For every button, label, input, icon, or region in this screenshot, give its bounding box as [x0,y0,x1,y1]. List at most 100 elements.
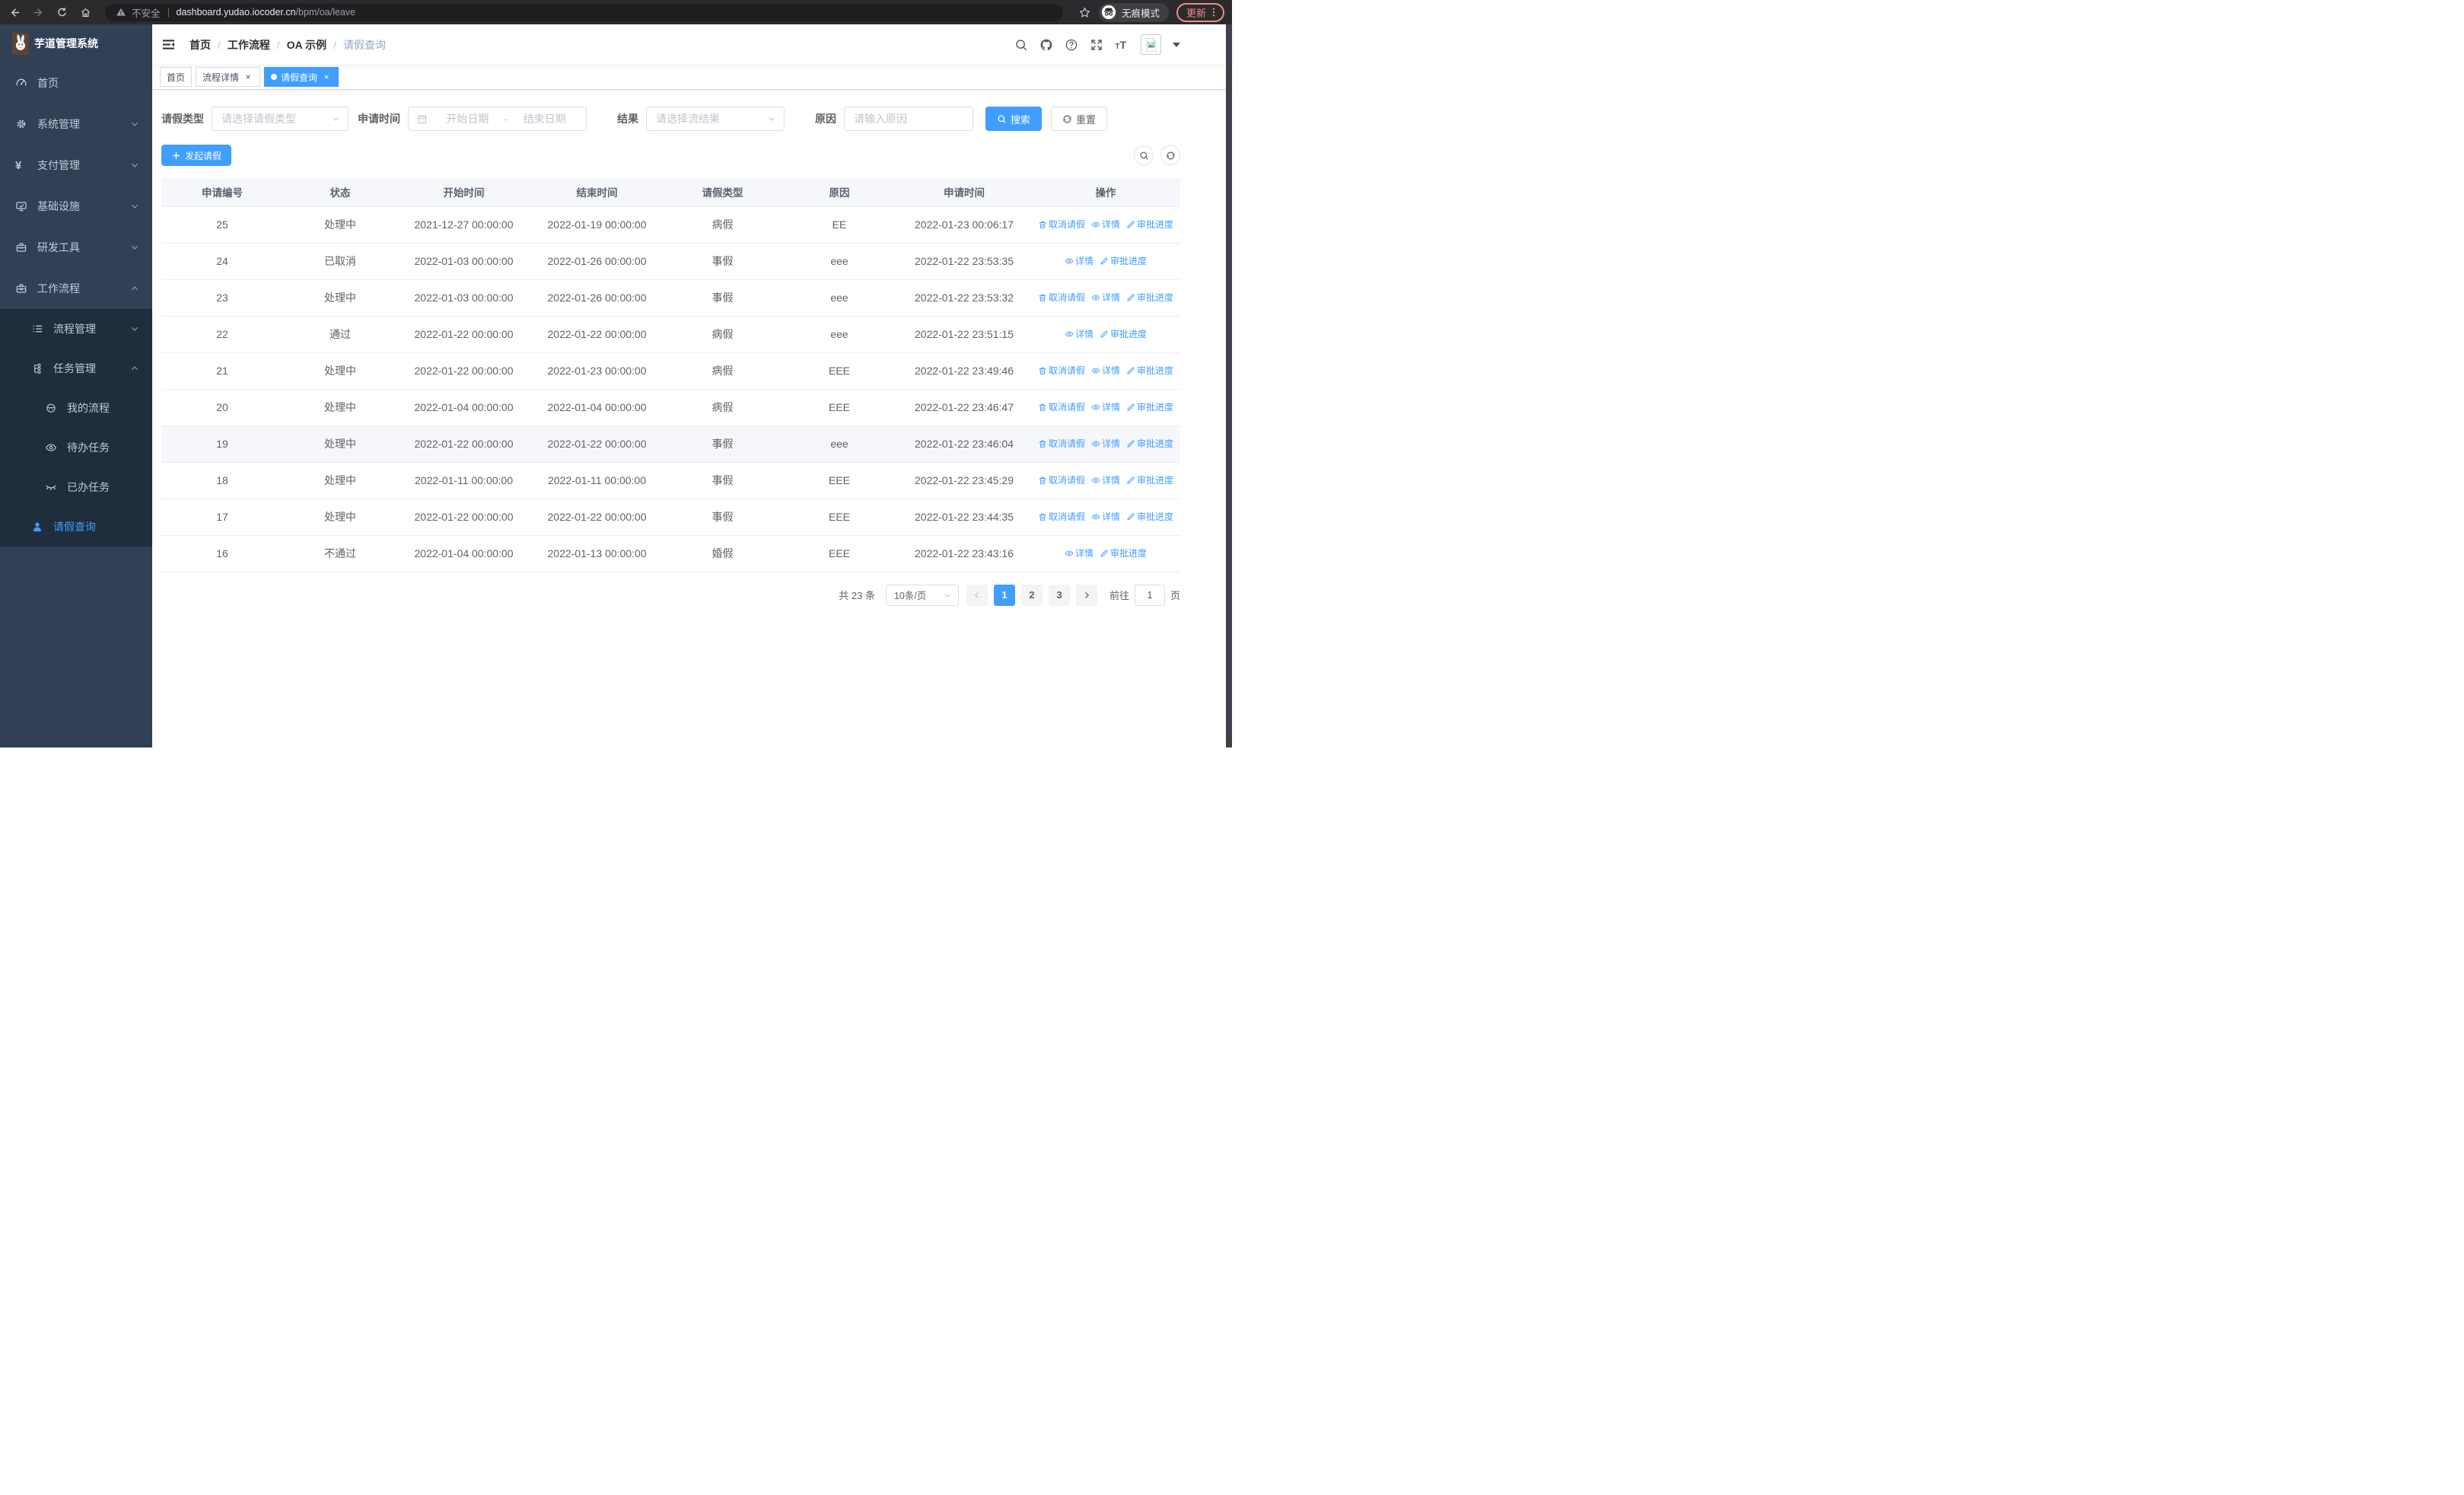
detail-action-link[interactable]: 详情 [1091,400,1120,413]
action-label: 详情 [1101,402,1120,413]
progress-action-link[interactable]: 审批进度 [1126,437,1173,450]
progress-action-link[interactable]: 审批进度 [1126,400,1173,413]
result-select[interactable]: 请选择流结果 [646,107,785,131]
cell-reason: EE [782,206,897,244]
sidebar-item-process-mgmt[interactable]: 流程管理 [0,309,152,349]
browser-back-button[interactable] [6,4,23,21]
breadcrumb-item[interactable]: OA 示例 [287,37,326,53]
page-button-1[interactable]: 1 [993,584,1015,606]
browser-reload-button[interactable] [53,4,70,21]
create-leave-button[interactable]: 发起请假 [161,145,232,166]
detail-action-link[interactable]: 详情 [1091,473,1120,486]
sidebar-item-leave-query[interactable]: 请假查询 [0,507,152,547]
sidebar-item-workflow[interactable]: 工作流程 [0,268,152,309]
detail-action-link[interactable]: 详情 [1065,254,1094,267]
cancel-action-link[interactable]: 取消请假 [1038,291,1085,304]
close-icon[interactable]: × [321,72,332,82]
sidebar-item-home[interactable]: 首页 [0,62,152,104]
sidebar-item-done-tasks[interactable]: 已办任务 [0,467,152,507]
progress-action-link[interactable]: 审批进度 [1100,327,1147,340]
start-date-input[interactable]: 开始日期 [434,111,501,126]
security-label[interactable]: 不安全 [132,5,161,20]
avatar-caret-down-icon[interactable] [1173,42,1180,51]
search-button[interactable]: 搜索 [985,107,1043,131]
goto-page-input[interactable] [1134,584,1165,606]
page-button-3[interactable]: 3 [1048,584,1070,606]
fullscreen-icon[interactable] [1090,38,1103,52]
breadcrumb-item[interactable]: 首页 [189,37,211,53]
progress-action-link[interactable]: 审批进度 [1126,218,1173,231]
detail-action-link[interactable]: 详情 [1091,291,1120,304]
sidebar-fold-icon[interactable] [161,37,176,52]
progress-action-link[interactable]: 审批进度 [1126,291,1173,304]
cancel-action-link[interactable]: 取消请假 [1038,473,1085,486]
leave-table: 申请编号 状态 开始时间 结束时间 请假类型 原因 申请时间 操作 25 处理中 2021-12-… [161,178,1180,572]
browser-home-button[interactable] [77,4,94,21]
address-bar[interactable]: 不安全 dashboard.yudao.iocoder.cn /bpm/oa/l… [105,3,1063,21]
detail-action-link[interactable]: 详情 [1091,437,1120,450]
progress-action-link[interactable]: 审批进度 [1100,547,1147,559]
cell-id: 22 [161,316,283,353]
sidebar-item-task-mgmt[interactable]: 任务管理 [0,349,152,388]
page-button-2[interactable]: 2 [1020,584,1043,606]
close-icon[interactable]: × [243,72,253,82]
page-content: 请假类型 请选择请假类型 申请时间 开始日期 - 结束日期 结果 请选择流结果 [152,90,1232,748]
browser-update-chip[interactable]: 更新 [1176,2,1224,22]
reason-input[interactable] [854,113,963,125]
bookmark-star-icon[interactable] [1078,6,1091,19]
tag-流程详情[interactable]: 流程详情 × [196,67,261,87]
prev-page-button[interactable] [966,584,988,606]
github-icon[interactable] [1039,38,1053,52]
progress-action-link[interactable]: 审批进度 [1100,254,1147,267]
table-row: 21 处理中 2022-01-22 00:00:00 2022-01-23 00:00… [161,352,1180,390]
cancel-action-link[interactable]: 取消请假 [1038,218,1085,231]
apply-time-range-picker[interactable]: 开始日期 - 结束日期 [408,107,587,131]
breadcrumb-item[interactable]: 工作流程 [228,37,270,53]
browser-forward-button[interactable] [30,4,46,21]
leave-type-select[interactable]: 请选择请假类型 [212,107,349,131]
tag-首页[interactable]: 首页 [160,67,193,87]
sidebar-item-payment[interactable]: ¥ 支付管理 [0,145,152,186]
detail-action-link[interactable]: 详情 [1091,218,1120,231]
column-header: 状态 [283,178,397,207]
toggle-search-button[interactable] [1134,145,1154,165]
tag-请假查询[interactable]: 请假查询 × [264,67,339,87]
cancel-action-link[interactable]: 取消请假 [1038,510,1085,523]
sidebar-item-todo-tasks[interactable]: 待办任务 [0,428,152,467]
refresh-table-button[interactable] [1160,145,1180,165]
cancel-action-link[interactable]: 取消请假 [1038,437,1085,450]
sidebar-item-devtools[interactable]: 研发工具 [0,227,152,268]
sidebar-item-system[interactable]: 系统管理 [0,104,152,145]
cell-applied: 2022-01-22 23:53:32 [897,279,1031,317]
font-size-icon[interactable]: TT [1115,39,1126,51]
pen-icon [1126,220,1135,229]
help-icon[interactable] [1065,38,1078,52]
detail-action-link[interactable]: 详情 [1065,327,1094,340]
pen-icon [1126,366,1135,375]
reset-button[interactable]: 重置 [1051,107,1108,131]
progress-action-link[interactable]: 审批进度 [1126,510,1173,523]
cell-applied: 2022-01-22 23:49:46 [897,352,1031,390]
avatar[interactable] [1141,34,1161,55]
end-date-input[interactable]: 结束日期 [511,111,578,126]
detail-action-link[interactable]: 详情 [1065,547,1094,559]
sidebar-item-label: 研发工具 [37,241,80,253]
page-size-select[interactable]: 10条/页 [885,584,959,606]
detail-action-link[interactable]: 详情 [1091,510,1120,523]
search-icon[interactable] [1014,38,1028,52]
reason-label: 原因 [815,113,836,125]
progress-action-link[interactable]: 审批进度 [1126,473,1173,486]
browser-menu-kebab-icon[interactable] [1208,6,1220,18]
progress-action-link[interactable]: 审批进度 [1126,364,1173,377]
sidebar-item-my-process[interactable]: 我的流程 [0,388,152,428]
sidebar-item-infra[interactable]: 基础设施 [0,186,152,227]
cancel-action-link[interactable]: 取消请假 [1038,400,1085,413]
detail-action-link[interactable]: 详情 [1091,364,1120,377]
update-label[interactable]: 更新 [1186,5,1206,20]
next-page-button[interactable] [1075,584,1097,606]
window-scrollbar[interactable] [1226,24,1232,748]
chevron-down-icon [130,324,139,333]
insecure-warning-icon[interactable] [116,7,126,18]
cancel-action-link[interactable]: 取消请假 [1038,364,1085,377]
url-host: dashboard.yudao.iocoder.cn [176,7,296,18]
